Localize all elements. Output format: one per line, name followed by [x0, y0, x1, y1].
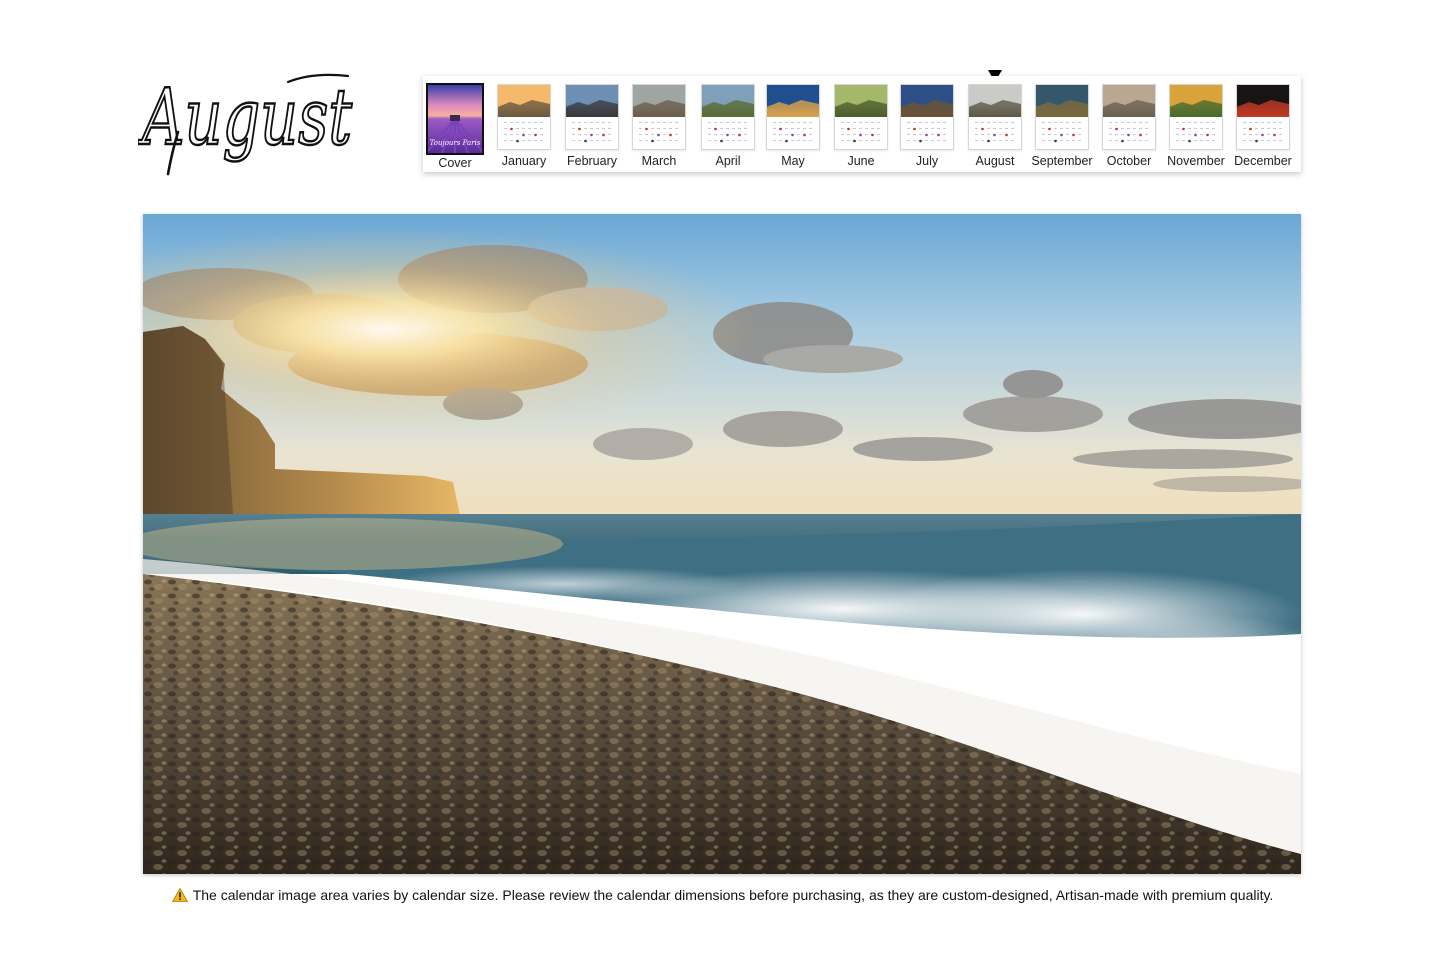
month-thumb-march[interactable]: March	[623, 76, 695, 172]
thumb-calendar-page	[633, 85, 685, 149]
thumb-calendar-page	[969, 85, 1021, 149]
month-thumb-february[interactable]: February	[556, 76, 628, 172]
month-thumb-label: October	[1106, 154, 1152, 168]
month-thumb-label: March	[641, 154, 677, 168]
month-thumb-august[interactable]: August	[959, 76, 1031, 172]
month-thumb-label: April	[715, 154, 741, 168]
month-thumb-label: July	[915, 154, 939, 168]
month-thumb-april[interactable]: April	[692, 76, 764, 172]
month-thumb-july[interactable]: July	[891, 76, 963, 172]
thumb-calendar-page	[702, 85, 754, 149]
month-thumb-may[interactable]: May	[757, 76, 829, 172]
thumb-calendar-page	[1237, 85, 1289, 149]
month-thumb-label: November	[1167, 154, 1225, 168]
month-thumb-label: December	[1234, 154, 1292, 168]
cover-image: Toujours Paris	[426, 83, 484, 155]
footer-note-text: The calendar image area varies by calend…	[192, 887, 1274, 903]
month-photo	[143, 214, 1301, 874]
thumb-calendar-page	[566, 85, 618, 149]
month-thumb-cover[interactable]: Toujours Paris Cover	[419, 76, 491, 172]
month-title-text: August	[138, 73, 352, 163]
month-thumb-december[interactable]: December	[1227, 76, 1299, 172]
month-thumbnail-strip: Toujours Paris Cover January February March A…	[423, 76, 1301, 172]
month-thumb-june[interactable]: June	[825, 76, 897, 172]
month-thumb-october[interactable]: October	[1093, 76, 1165, 172]
month-thumb-label: Cover	[438, 156, 472, 170]
cover-title: Toujours Paris	[430, 139, 481, 147]
thumb-calendar-page	[835, 85, 887, 149]
month-title: August	[138, 72, 354, 176]
month-thumb-label: August	[975, 154, 1015, 168]
thumb-calendar-page	[498, 85, 550, 149]
thumb-calendar-page	[1170, 85, 1222, 149]
thumb-calendar-page	[1103, 85, 1155, 149]
month-thumb-label: June	[847, 154, 875, 168]
month-thumb-label: September	[1031, 154, 1093, 168]
thumb-calendar-page	[901, 85, 953, 149]
month-thumb-label: February	[566, 154, 618, 168]
month-thumb-september[interactable]: September	[1026, 76, 1098, 172]
month-thumb-january[interactable]: January	[488, 76, 560, 172]
month-thumb-label: May	[781, 154, 805, 168]
beach-sunset-photo	[143, 214, 1301, 874]
thumb-calendar-page	[767, 85, 819, 149]
warning-icon	[171, 888, 188, 902]
thumb-calendar-page	[1036, 85, 1088, 149]
month-thumb-november[interactable]: November	[1160, 76, 1232, 172]
month-thumb-label: January	[501, 154, 547, 168]
footer-note: The calendar image area varies by calend…	[0, 887, 1445, 903]
